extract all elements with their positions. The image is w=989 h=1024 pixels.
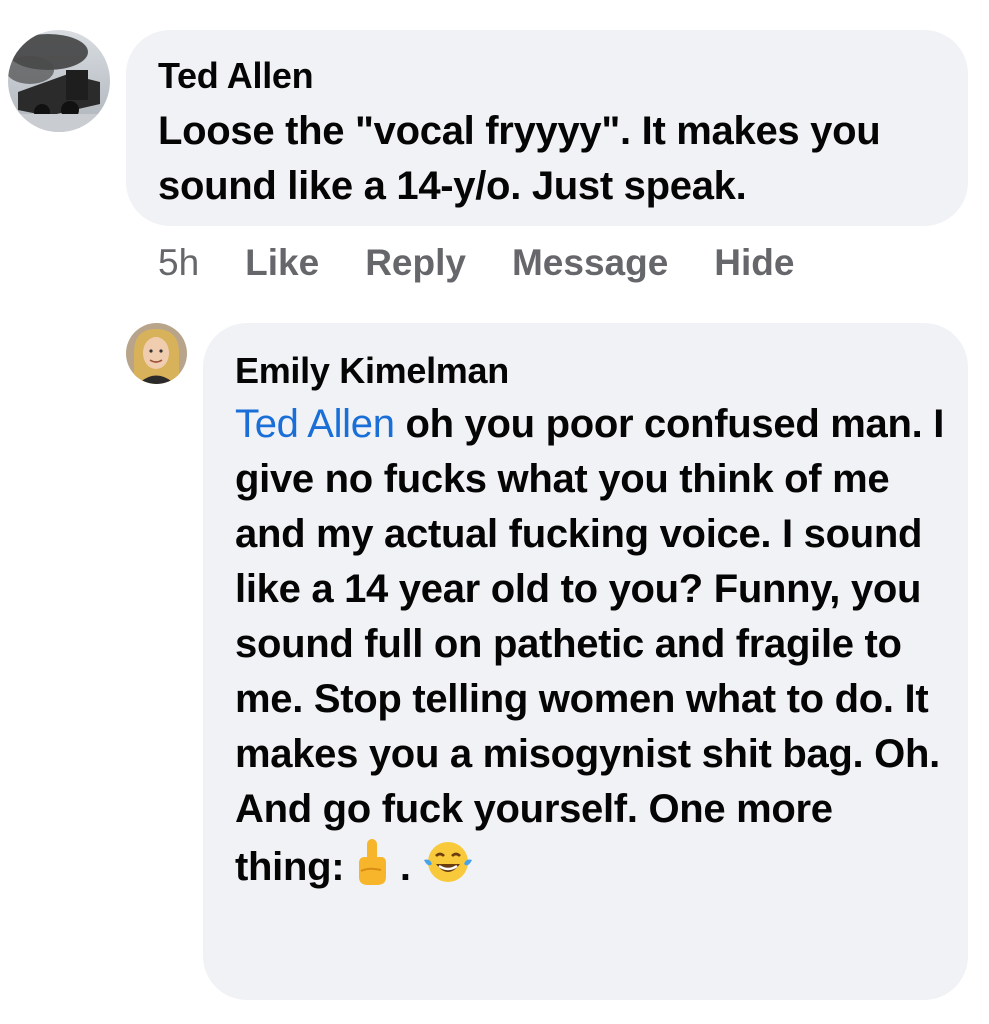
hide-button[interactable]: Hide: [714, 242, 794, 284]
comment-text: Ted Allen oh you poor confused man. I gi…: [235, 397, 951, 902]
comment-author[interactable]: Ted Allen: [158, 54, 968, 98]
like-button[interactable]: Like: [245, 242, 319, 284]
profile-photo-icon: [126, 323, 187, 384]
comment-bubble: Emily Kimelman Ted Allen oh you poor con…: [203, 323, 968, 1000]
comment-body: oh you poor confused man. I give no fuck…: [235, 402, 945, 890]
laughing-tears-emoji: [422, 838, 474, 901]
train-photo-icon: [8, 30, 110, 132]
avatar[interactable]: [126, 323, 187, 384]
middle-finger-emoji: [355, 837, 389, 902]
avatar[interactable]: [8, 30, 110, 132]
mention-link[interactable]: Ted Allen: [235, 402, 395, 446]
comment-text: Loose the "vocal fryyyy". It makes you s…: [158, 109, 881, 208]
comment-author[interactable]: Emily Kimelman: [235, 349, 968, 393]
comment-bubble: Ted Allen Loose the "vocal fryyyy". It m…: [126, 30, 968, 226]
message-button[interactable]: Message: [512, 242, 668, 284]
separator-dot: .: [399, 845, 411, 890]
comment-actions: 5h Like Reply Message Hide: [158, 240, 840, 286]
reply-button[interactable]: Reply: [365, 242, 466, 284]
comment-thread: Ted Allen Loose the "vocal fryyyy". It m…: [0, 0, 989, 1024]
comment-timestamp[interactable]: 5h: [158, 242, 199, 284]
